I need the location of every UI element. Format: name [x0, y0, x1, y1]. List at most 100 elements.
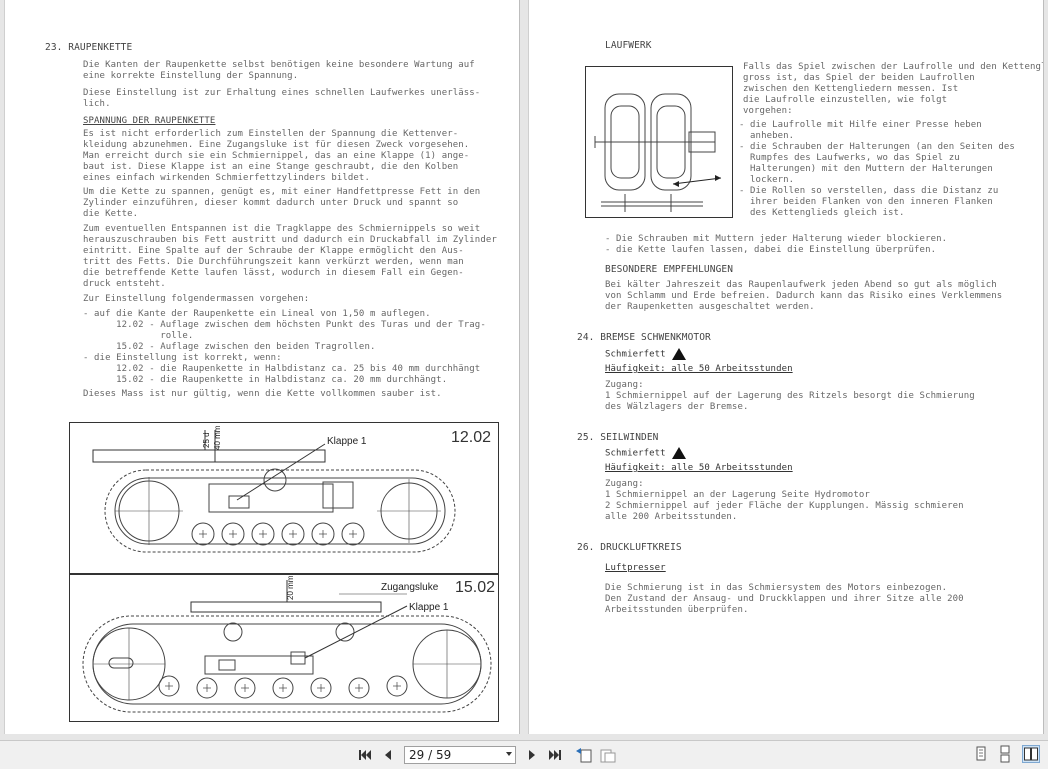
paragraph-line: Den Zustand der Ansaug- und Druckklappen… [605, 594, 964, 604]
warning-triangle-icon [671, 447, 686, 459]
section-title-25: 25. SEILWINDEN [577, 432, 659, 443]
section-title-26: 26. DRUCKLUFTKREIS [577, 542, 682, 553]
klappe-label: Klappe 1 [327, 436, 367, 447]
paragraph-line: 1 Schmiernippel an der Lagerung Seite Hy… [605, 490, 870, 500]
list-line: ihrer beiden Flanken von den inneren Fla… [739, 197, 993, 207]
paragraph-line: lich. [83, 99, 111, 109]
paragraph-line: Die Kanten der Raupenkette selbst benöti… [83, 60, 475, 70]
paragraph-line: des Wälzlagers der Bremse. [605, 402, 749, 412]
paragraph-line: Falls das Spiel zwischen der Laufrolle u… [743, 62, 1043, 72]
model-number: 12.02 [451, 429, 491, 446]
grease-type: Schmierfett [605, 447, 686, 460]
paragraph-line: baut ist. Diese Klappe ist an eine Stang… [83, 162, 459, 172]
section-heading: LAUFWERK [605, 40, 652, 51]
page-number-select[interactable]: 29 / 59 [404, 746, 516, 764]
paragraph-line: 1 Schmiernippel auf der Lagerung des Rit… [605, 391, 975, 401]
first-page-button[interactable] [356, 746, 374, 764]
list-line: 12.02 - Auflage zwischen dem höchsten Pu… [83, 320, 486, 330]
paragraph-line: Bei kälter Jahreszeit das Raupenlaufwerk… [605, 280, 997, 290]
document-viewer: 23. RAUPENKETTE Die Kanten der Raupenket… [0, 0, 1048, 740]
track-diagram-15-02: Zugangsluke Klappe 1 15.02 20 mm [69, 574, 499, 722]
last-page-icon [549, 750, 561, 760]
list-line: - auf die Kante der Raupenkette ein Line… [83, 309, 431, 319]
section-heading: 23. RAUPENKETTE [45, 42, 133, 53]
paragraph-line: Zur Einstellung folgendermassen vorgehen… [83, 294, 310, 304]
single-page-view-button[interactable] [972, 745, 990, 763]
dimension-label: 20 mm [286, 575, 295, 600]
paragraph-line: der Raupenketten ausgeschaltet werden. [605, 302, 815, 312]
list-line: - die Laufrolle mit Hilfe einer Presse h… [739, 120, 982, 130]
paragraph-line: Man erreicht durch sie ein Schmiernippel… [83, 151, 470, 161]
go-back-view-button[interactable] [574, 746, 594, 764]
access-label: Zugang: [605, 479, 644, 489]
paragraph-line: Dieses Mass ist nur gültig, wenn die Ket… [83, 389, 442, 399]
list-line: lockern. [739, 175, 795, 185]
previous-page-button[interactable] [380, 746, 396, 764]
zugangsluke-label: Zugangsluke [381, 582, 439, 593]
forward-view-icon [600, 749, 616, 763]
paragraph-line: zwischen den Kettengliedern messen. Ist [743, 84, 959, 94]
paragraph-line: alle 200 Arbeitsstunden. [605, 512, 738, 522]
paragraph-line: druck entsteht. [83, 279, 166, 289]
paragraph-line: Die Schmierung ist in das Schmiersystem … [605, 583, 948, 593]
left-page: 23. RAUPENKETTE Die Kanten der Raupenket… [4, 0, 520, 734]
continuous-page-icon [1000, 745, 1010, 763]
list-line: Rumpfes des Laufwerks, wo das Spiel zu [739, 153, 960, 163]
paragraph-line: vorgehen: [743, 106, 793, 116]
access-label: Zugang: [605, 380, 644, 390]
paragraph-line: Diese Einstellung ist zur Erhaltung eine… [83, 88, 481, 98]
list-line: - Die Schrauben mit Muttern jeder Halter… [605, 234, 948, 244]
paragraph-line: die Laufrolle einzustellen, wie folgt [743, 95, 948, 105]
dimension-label: 25 d [202, 432, 211, 448]
go-forward-view-button[interactable] [598, 746, 618, 764]
paragraph-line: Arbeitsstunden überprüfen. [605, 605, 749, 615]
paragraph-line: Um die Kette zu spannen, genügt es, mit … [83, 187, 481, 197]
paragraph-line: eine korrekte Einstellung der Spannung. [83, 71, 299, 81]
navigation-toolbar: 29 / 59 [0, 740, 1048, 769]
paragraph-line: gross ist, das Spiel der beiden Laufroll… [743, 73, 975, 83]
list-line: des Kettenglieds gleich ist. [739, 208, 905, 218]
page-number-value: 29 / 59 [409, 748, 452, 762]
paragraph-line: von Schlamm und Erde befreien. Dadurch k… [605, 291, 1003, 301]
right-page: LAUFWERK Falls das Spiel zwischen der La… [528, 0, 1044, 734]
paragraph-line: 2 Schmiernippel auf jeder Fläche der Kup… [605, 501, 964, 511]
list-line: 12.02 - die Raupenkette in Halbdistanz c… [83, 364, 481, 374]
list-line: - die Einstellung ist korrekt, wenn: [83, 353, 282, 363]
subheading: BESONDERE EMPFEHLUNGEN [605, 264, 734, 275]
frequency: Häufigkeit: alle 50 Arbeitsstunden [605, 463, 793, 473]
subheading: SPANNUNG DER RAUPENKETTE [83, 116, 216, 126]
list-line: 15.02 - die Raupenkette in Halbdistanz c… [83, 375, 448, 385]
last-page-button[interactable] [546, 746, 564, 764]
paragraph-line: die betreffende Kette laufen lässt, wodu… [83, 268, 464, 278]
single-page-icon [976, 746, 986, 761]
paragraph-line: tritt des Fetts. Die Durchführungszeit k… [83, 257, 464, 267]
warning-triangle-icon [671, 348, 686, 360]
paragraph-line: eintritt. Eine Spalte auf der Schraube d… [83, 246, 464, 256]
first-page-icon [359, 750, 371, 760]
roller-adjustment-diagram [585, 66, 733, 218]
track-diagram-12-02: Klappe 1 12.02 25 d 40 mm [69, 422, 499, 574]
list-line: Halterungen) mit den Muttern der Halteru… [739, 164, 993, 174]
list-line: rolle. [83, 331, 194, 341]
list-line: 15.02 - Auflage zwischen den beiden Trag… [83, 342, 376, 352]
list-line: - die Schrauben der Halterungen (an den … [739, 142, 1015, 152]
klappe-label: Klappe 1 [409, 602, 449, 613]
section-title-24: 24. BREMSE SCHWENKMOTOR [577, 332, 711, 343]
model-number: 15.02 [455, 579, 495, 596]
frequency: Häufigkeit: alle 50 Arbeitsstunden [605, 364, 793, 374]
subheading: Luftpresser [605, 563, 666, 573]
paragraph-line: herauszuschrauben bis Fett austritt und … [83, 235, 497, 245]
next-page-button[interactable] [524, 746, 540, 764]
continuous-view-button[interactable] [996, 745, 1014, 763]
grease-type: Schmierfett [605, 348, 686, 361]
list-line: - die Kette laufen lassen, dabei die Ein… [605, 245, 937, 255]
list-line: - Die Rollen so verstellen, dass die Dis… [739, 186, 999, 196]
paragraph-line: eines einfach wirkenden Schmierfettzylin… [83, 173, 370, 183]
dimension-label: 40 mm [213, 425, 222, 450]
paragraph-line: die Kette. [83, 209, 139, 219]
two-page-icon [1024, 747, 1038, 761]
two-page-view-button[interactable] [1022, 745, 1040, 763]
paragraph-line: Zylinder einzuführen, dieser kommt dadur… [83, 198, 459, 208]
paragraph-line: Es ist nicht erforderlich zum Einstellen… [83, 129, 459, 139]
paragraph-line: Zum eventuellen Entspannen ist die Tragk… [83, 224, 481, 234]
